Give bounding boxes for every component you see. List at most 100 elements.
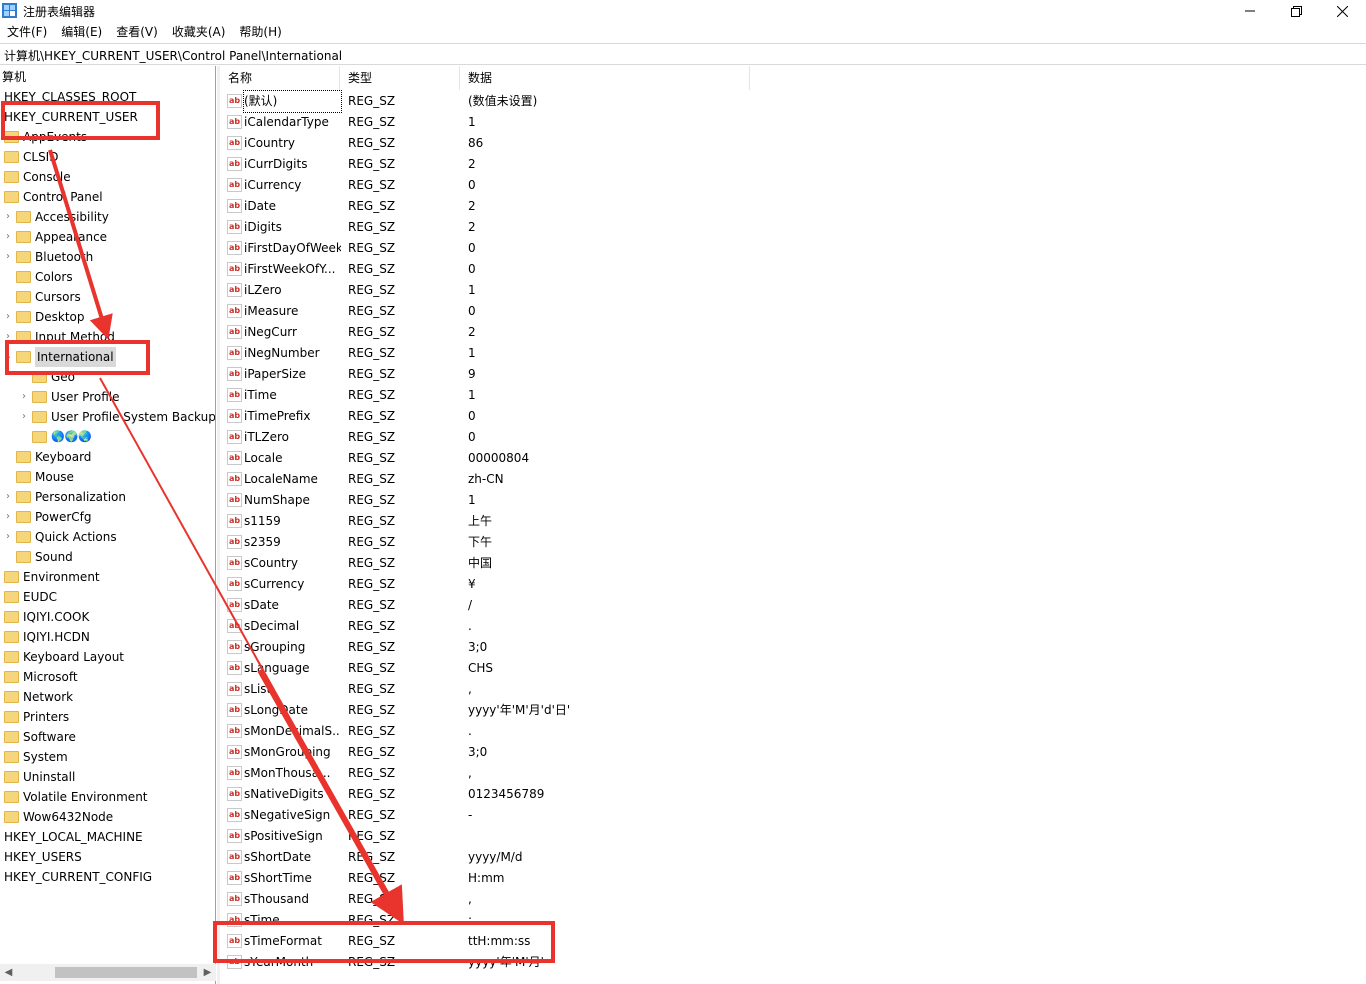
chevron-right-icon[interactable]: › bbox=[3, 311, 13, 322]
values-list[interactable]: 名称 类型 数据 ab (默认) REG_SZ (数值未设置) ab iCalendarT… bbox=[220, 66, 1366, 984]
tree-node-iqiyi-cook[interactable]: IQIYI.COOK bbox=[4, 607, 89, 627]
tree-node-powercfg[interactable]: PowerCfg bbox=[16, 507, 92, 527]
value-row[interactable]: ab LocaleName REG_SZ zh-CN bbox=[220, 469, 1366, 490]
tree-node-control-panel[interactable]: Control Panel bbox=[4, 187, 103, 207]
value-row[interactable]: ab iMeasure REG_SZ 0 bbox=[220, 301, 1366, 322]
tree-node-uninstall[interactable]: Uninstall bbox=[4, 767, 75, 787]
value-row[interactable]: ab sShortDate REG_SZ yyyy/M/d bbox=[220, 847, 1366, 868]
menu-view[interactable]: 查看(V) bbox=[109, 22, 165, 42]
value-row[interactable]: ab s1159 REG_SZ 上午 bbox=[220, 511, 1366, 532]
tree-node-environment[interactable]: Environment bbox=[4, 567, 100, 587]
tree-node-system[interactable]: System bbox=[4, 747, 68, 767]
tree-node-user-profile-backup[interactable]: User Profile System Backup bbox=[32, 407, 215, 427]
value-row[interactable]: ab iTimePrefix REG_SZ 0 bbox=[220, 406, 1366, 427]
value-row[interactable]: ab sMonGrouping REG_SZ 3;0 bbox=[220, 742, 1366, 763]
tree-node-quick-actions[interactable]: Quick Actions bbox=[16, 527, 117, 547]
value-row[interactable]: ab iLZero REG_SZ 1 bbox=[220, 280, 1366, 301]
value-row[interactable]: ab sMonDecimalS... REG_SZ. bbox=[220, 721, 1366, 742]
tree-node-globes[interactable]: 🌎🌍🌏 bbox=[32, 427, 92, 447]
value-row[interactable]: ab sNegativeSign REG_SZ - bbox=[220, 805, 1366, 826]
chevron-right-icon[interactable]: › bbox=[3, 211, 13, 222]
registry-tree[interactable]: 算机 HKEY_CLASSES_ROOT HKEY_CURRENT_USER A… bbox=[0, 66, 216, 984]
tree-node-cursors[interactable]: Cursors bbox=[16, 287, 81, 307]
scroll-right-icon[interactable]: ▶ bbox=[201, 966, 214, 979]
tree-node-user-profile[interactable]: User Profile bbox=[32, 387, 119, 407]
tree-node-volatile-environment[interactable]: Volatile Environment bbox=[4, 787, 148, 807]
tree-node-colors[interactable]: Colors bbox=[16, 267, 73, 287]
restore-button[interactable] bbox=[1273, 0, 1319, 22]
tree-node-accessibility[interactable]: Accessibility bbox=[16, 207, 109, 227]
value-row[interactable]: ab sGrouping REG_SZ 3;0 bbox=[220, 637, 1366, 658]
tree-node-keyboard[interactable]: Keyboard bbox=[16, 447, 91, 467]
scroll-left-icon[interactable]: ◀ bbox=[2, 966, 15, 979]
value-row[interactable]: ab Locale REG_SZ 00000804 bbox=[220, 448, 1366, 469]
tree-node-software[interactable]: Software bbox=[4, 727, 76, 747]
menu-file[interactable]: 文件(F) bbox=[0, 22, 54, 42]
chevron-right-icon[interactable]: › bbox=[3, 511, 13, 522]
chevron-right-icon[interactable]: › bbox=[19, 411, 29, 422]
value-row[interactable]: ab iPaperSize REG_SZ 9 bbox=[220, 364, 1366, 385]
value-row[interactable]: ab sNativeDigits REG_SZ 0123456789 bbox=[220, 784, 1366, 805]
value-row[interactable]: ab sCurrency REG_SZ ¥ bbox=[220, 574, 1366, 595]
value-row[interactable]: ab sCountry REG_SZ 中国 bbox=[220, 553, 1366, 574]
column-header-type[interactable]: 类型 bbox=[340, 66, 460, 90]
tree-node-hku[interactable]: HKEY_USERS bbox=[4, 847, 82, 867]
tree-node-hklm[interactable]: HKEY_LOCAL_MACHINE bbox=[4, 827, 143, 847]
tree-node-console[interactable]: Console bbox=[4, 167, 71, 187]
value-row[interactable]: ab sPositiveSign REG_SZ bbox=[220, 826, 1366, 847]
tree-node-mouse[interactable]: Mouse bbox=[16, 467, 74, 487]
value-row[interactable]: ab iCountry REG_SZ 86 bbox=[220, 133, 1366, 154]
tree-node-bluetooth[interactable]: Bluetooth bbox=[16, 247, 93, 267]
value-row[interactable]: ab iTime REG_SZ 1 bbox=[220, 385, 1366, 406]
value-row[interactable]: ab sLanguage REG_SZ CHS bbox=[220, 658, 1366, 679]
value-row[interactable]: ab iTLZero REG_SZ 0 bbox=[220, 427, 1366, 448]
address-path[interactable]: 计算机\HKEY_CURRENT_USER\Control Panel\Inte… bbox=[4, 47, 342, 64]
tree-node-personalization[interactable]: Personalization bbox=[16, 487, 126, 507]
chevron-right-icon[interactable]: › bbox=[3, 251, 13, 262]
value-row[interactable]: ab sDate REG_SZ / bbox=[220, 595, 1366, 616]
chevron-right-icon[interactable]: › bbox=[3, 531, 13, 542]
menu-help[interactable]: 帮助(H) bbox=[232, 22, 288, 42]
address-bar[interactable]: 计算机\HKEY_CURRENT_USER\Control Panel\Inte… bbox=[0, 43, 1366, 65]
value-row[interactable]: ab iFirstDayOfWeek REG_SZ 0 bbox=[220, 238, 1366, 259]
value-row[interactable]: ab sThousand REG_SZ, bbox=[220, 889, 1366, 910]
tree-node-clsid[interactable]: CLSID bbox=[4, 147, 58, 167]
menu-favorites[interactable]: 收藏夹(A) bbox=[165, 22, 233, 42]
tree-node-printers[interactable]: Printers bbox=[4, 707, 69, 727]
tree-node-appearance[interactable]: Appearance bbox=[16, 227, 107, 247]
tree-node-computer[interactable]: 算机 bbox=[2, 67, 26, 87]
tree-node-wow6432node[interactable]: Wow6432Node bbox=[4, 807, 113, 827]
value-row[interactable]: ab sList REG_SZ, bbox=[220, 679, 1366, 700]
tree-horizontal-scrollbar[interactable]: ◀ ▶ bbox=[0, 964, 216, 981]
value-row[interactable]: ab iCurrency REG_SZ 0 bbox=[220, 175, 1366, 196]
value-row[interactable]: ab iNegCurr REG_SZ 2 bbox=[220, 322, 1366, 343]
value-row[interactable]: ab iDigits REG_SZ 2 bbox=[220, 217, 1366, 238]
menu-edit[interactable]: 编辑(E) bbox=[54, 22, 109, 42]
value-row[interactable]: ab sShortTime REG_SZ H:mm bbox=[220, 868, 1366, 889]
tree-node-keyboard-layout[interactable]: Keyboard Layout bbox=[4, 647, 124, 667]
chevron-right-icon[interactable]: › bbox=[3, 231, 13, 242]
value-row[interactable]: ab (默认) REG_SZ (数值未设置) bbox=[220, 90, 1366, 113]
chevron-right-icon[interactable]: › bbox=[3, 491, 13, 502]
value-row[interactable]: ab iCalendarType REG_SZ 1 bbox=[220, 112, 1366, 133]
value-row[interactable]: ab s2359 REG_SZ 下午 bbox=[220, 532, 1366, 553]
minimize-button[interactable] bbox=[1227, 0, 1273, 22]
close-button[interactable] bbox=[1319, 0, 1365, 22]
tree-node-sound[interactable]: Sound bbox=[16, 547, 73, 567]
tree-node-microsoft[interactable]: Microsoft bbox=[4, 667, 78, 687]
scrollbar-thumb[interactable] bbox=[55, 967, 197, 978]
value-row[interactable]: ab NumShape REG_SZ 1 bbox=[220, 490, 1366, 511]
value-row[interactable]: ab sMonThousa... REG_SZ, bbox=[220, 763, 1366, 784]
chevron-right-icon[interactable]: › bbox=[19, 391, 29, 402]
value-row[interactable]: ab iDate REG_SZ 2 bbox=[220, 196, 1366, 217]
column-header-name[interactable]: 名称 bbox=[220, 66, 340, 90]
value-row[interactable]: ab iCurrDigits REG_SZ 2 bbox=[220, 154, 1366, 175]
tree-node-desktop[interactable]: Desktop bbox=[16, 307, 85, 327]
tree-node-iqiyi-hcdn[interactable]: IQIYI.HCDN bbox=[4, 627, 90, 647]
tree-node-network[interactable]: Network bbox=[4, 687, 73, 707]
value-row[interactable]: ab sDecimal REG_SZ. bbox=[220, 616, 1366, 637]
tree-node-hkcc[interactable]: HKEY_CURRENT_CONFIG bbox=[4, 867, 152, 887]
value-row[interactable]: ab iNegNumber REG_SZ 1 bbox=[220, 343, 1366, 364]
value-row[interactable]: ab sLongDate REG_SZ yyyy'年'M'月'd'日' bbox=[220, 700, 1366, 721]
value-row[interactable]: ab iFirstWeekOfY... REG_SZ 0 bbox=[220, 259, 1366, 280]
